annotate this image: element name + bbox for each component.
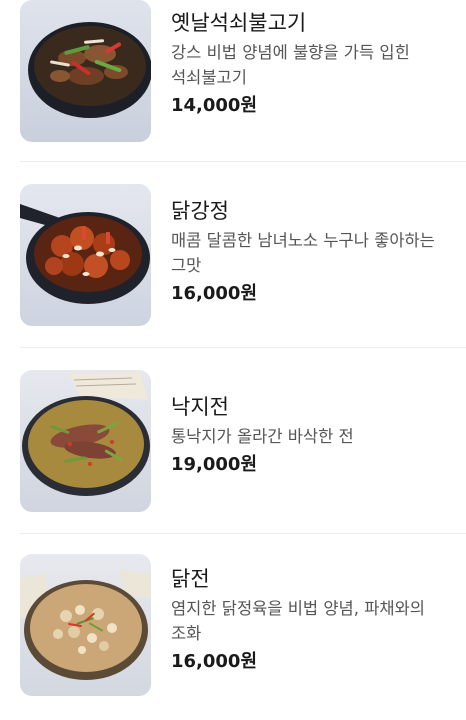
menu-item-name: 낙지전 xyxy=(171,395,229,419)
menu-item-description: 매콤 달콤한 남녀노소 누구나 좋아하는 그맛 xyxy=(171,231,435,275)
fried-chicken-dish-photo[interactable] xyxy=(20,184,151,326)
menu-item-price: 16,000원 xyxy=(171,651,258,672)
chicken-pancake-photo[interactable] xyxy=(20,554,151,696)
menu-item-price: 19,000원 xyxy=(171,454,258,475)
menu-item[interactable]: 닭전 염지한 닭정육을 비법 양념, 파채와의 조화 16,000원 xyxy=(0,534,466,720)
menu-item-name: 닭전 xyxy=(171,567,210,591)
menu-item-description: 염지한 닭정육을 비법 양념, 파채와의 조화 xyxy=(171,599,425,643)
menu-item-description: 통낙지가 올라간 바삭한 전 xyxy=(171,427,354,446)
octopus-pancake-photo[interactable] xyxy=(20,370,151,512)
menu-item-info: 낙지전 통낙지가 올라간 바삭한 전 19,000원 xyxy=(171,392,456,479)
menu-item-name: 옛날석쇠불고기 xyxy=(171,11,307,35)
menu-item-price: 14,000원 xyxy=(171,95,258,116)
menu-item-name: 닭강정 xyxy=(171,199,229,223)
menu-item[interactable]: 닭강정 매콤 달콤한 남녀노소 누구나 좋아하는 그맛 16,000원 xyxy=(0,162,466,348)
menu-item[interactable]: 옛날석쇠불고기 강스 비법 양념에 불향을 가득 입힌 석쇠불고기 14,000… xyxy=(0,0,466,162)
menu-item[interactable]: 낙지전 통낙지가 올라간 바삭한 전 19,000원 xyxy=(0,348,466,534)
bulgogi-dish-photo[interactable] xyxy=(20,0,151,142)
menu-item-info: 옛날석쇠불고기 강스 비법 양념에 불향을 가득 입힌 석쇠불고기 14,000… xyxy=(171,8,456,120)
menu-item-info: 닭전 염지한 닭정육을 비법 양념, 파채와의 조화 16,000원 xyxy=(171,564,456,676)
menu-item-info: 닭강정 매콤 달콤한 남녀노소 누구나 좋아하는 그맛 16,000원 xyxy=(171,196,456,308)
menu-item-description: 강스 비법 양념에 불향을 가득 입힌 석쇠불고기 xyxy=(171,43,410,87)
menu-item-price: 16,000원 xyxy=(171,283,258,304)
